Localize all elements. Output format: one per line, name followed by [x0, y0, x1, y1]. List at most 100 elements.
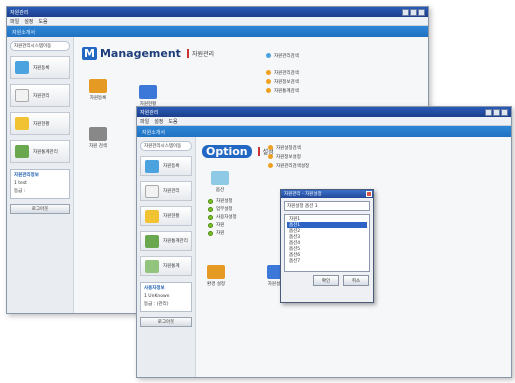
- status-icon: [139, 85, 157, 99]
- sidebar-item-label: 자원통계관리: [163, 239, 188, 244]
- list-item-label: 자원설정검색: [276, 145, 301, 151]
- sidebar-item-stats[interactable]: 자원통계관리: [140, 231, 192, 251]
- minimize-button[interactable]: [402, 8, 409, 16]
- window-title: 자원관리: [140, 109, 159, 116]
- sidebar: 자원관리시스템이동 자원등록 자원관리 자원현황 자원통계관리 자원관리정보 1…: [7, 37, 74, 313]
- option-select[interactable]: 자원설정 옵션 1: [284, 201, 370, 211]
- sidebar-item-label: 자원관리: [33, 93, 50, 99]
- menu-help[interactable]: 도움: [168, 118, 177, 125]
- list-item[interactable]: 자원정보설정: [268, 152, 309, 161]
- tile-register[interactable]: 자원등록: [84, 79, 112, 101]
- menu-file[interactable]: 파일: [140, 118, 149, 125]
- menu-settings[interactable]: 설정: [24, 18, 33, 25]
- list-item-label: 자원: [216, 231, 225, 236]
- sidebar-item-label: 자원관리: [163, 189, 180, 194]
- list-item[interactable]: 자원관리검색: [266, 68, 299, 77]
- sidebar-item-manage[interactable]: 자원관리: [140, 181, 192, 201]
- box-icon: [15, 117, 29, 130]
- sidebar-item-label: 자원등록: [163, 164, 180, 169]
- menu-bar: 파일 설정 도움: [137, 117, 511, 126]
- right-list: 자원설정검색 자원정보설정 자원관리검색설정: [268, 143, 309, 170]
- right-list: 자원관리검색 자원관리검색 자원정보검색 자원통계검색: [266, 51, 299, 95]
- sidebar-item-stats[interactable]: 자원통계관리: [10, 140, 70, 163]
- menu-settings[interactable]: 설정: [154, 118, 163, 125]
- chart-icon: [145, 259, 159, 273]
- listbox-item[interactable]: 옵션7: [287, 258, 367, 264]
- list-item[interactable]: 자원관리검색설정: [268, 161, 309, 170]
- list-item-label: 자원관리검색설정: [276, 163, 310, 169]
- list-item-label: 자원정보설정: [276, 154, 301, 160]
- title-initial: M: [82, 47, 97, 60]
- sidebar-header[interactable]: 자원관리시스템이동: [140, 141, 192, 151]
- list-item-label: 자원관리검색: [274, 70, 299, 76]
- minimize-button[interactable]: [485, 108, 492, 116]
- menu-bar: 파일 설정 도움: [7, 17, 428, 26]
- maximize-button[interactable]: [410, 8, 417, 16]
- logout-button[interactable]: 로그아웃: [140, 317, 192, 327]
- info-user: 1 test: [14, 181, 27, 186]
- dialog-close-button[interactable]: [366, 191, 372, 197]
- title-text: Management: [99, 47, 181, 60]
- sidebar-header[interactable]: 자원관리시스템이동: [10, 41, 70, 51]
- sidebar-item-register[interactable]: 자원등록: [10, 56, 70, 79]
- info-heading: 자원관리정보: [14, 173, 39, 178]
- menu-file[interactable]: 파일: [10, 18, 19, 25]
- menu-help[interactable]: 도움: [38, 18, 47, 25]
- back-titlebar: 자원관리: [7, 7, 428, 17]
- globe-icon: [266, 53, 271, 58]
- server-icon: [15, 61, 29, 74]
- tile-search[interactable]: 자원 검색: [84, 127, 112, 149]
- close-button[interactable]: [418, 8, 425, 16]
- sidebar-item-label: 자원현황: [163, 214, 180, 219]
- sidebar-item-label: 자원통계관리: [33, 149, 58, 155]
- sidebar-item-label: 자원등록: [33, 65, 50, 71]
- tile-status[interactable]: 자원현황: [134, 85, 162, 107]
- sidebar-item-status[interactable]: 자원현황: [140, 206, 192, 226]
- option-list: 자원설정 업무설정 사용자설정 자원 자원: [208, 197, 237, 237]
- list-item[interactable]: 자원설정: [208, 197, 237, 205]
- list-item[interactable]: 자원: [208, 221, 237, 229]
- sidebar: 자원관리시스템이동 자원등록 자원관리 자원현황 자원통계관리 자원통계 사용자…: [137, 137, 196, 377]
- ok-button[interactable]: 확인: [313, 275, 339, 286]
- gear-icon: [211, 171, 229, 185]
- tile-label: 자원 검색: [89, 144, 107, 149]
- list-item[interactable]: 자원: [208, 229, 237, 237]
- list-item-label: 사용자설정: [216, 215, 237, 220]
- key-icon: [266, 88, 271, 93]
- info-user: 1 UnKnown: [144, 294, 170, 299]
- list-item[interactable]: 자원통계검색: [266, 86, 299, 95]
- search-icon: [89, 127, 107, 141]
- option-listbox[interactable]: 자원1 옵션1 옵션2 옵션3 옵션4 옵션5 옵션6 옵션7: [284, 214, 370, 272]
- window-title: 자원관리: [10, 9, 29, 16]
- list-item[interactable]: 사용자설정: [208, 213, 237, 221]
- list-item[interactable]: 자원설정검색: [268, 143, 309, 152]
- sidebar-item-status[interactable]: 자원현황: [10, 112, 70, 135]
- cancel-button[interactable]: 취소: [343, 275, 369, 286]
- tile-label: 옵션: [215, 188, 225, 193]
- list-item-label: 자원: [216, 223, 225, 228]
- sidebar-item-chart[interactable]: 자원통계: [140, 256, 192, 276]
- document-icon: [145, 184, 159, 198]
- sidebar-item-register[interactable]: 자원등록: [140, 156, 192, 176]
- key-icon: [266, 79, 271, 84]
- page-subtitle: 자원관리: [186, 49, 214, 58]
- key-icon: [266, 70, 271, 75]
- tile-env-settings[interactable]: 환경 설정: [202, 265, 230, 287]
- check-icon: [208, 206, 213, 212]
- close-button[interactable]: [501, 108, 508, 116]
- front-window: 자원관리 파일 설정 도움 자원소개서 자원관리시스템이동 자원등록 자원관리 …: [136, 106, 512, 378]
- network-icon: [15, 145, 29, 158]
- list-item[interactable]: 업무설정: [208, 205, 237, 213]
- title-text: Option: [202, 145, 252, 158]
- box-icon: [145, 209, 159, 223]
- sidebar-item-manage[interactable]: 자원관리: [10, 84, 70, 107]
- tile-option[interactable]: 옵션: [206, 171, 234, 193]
- check-icon: [208, 222, 213, 228]
- logout-button[interactable]: 로그아웃: [10, 204, 70, 214]
- list-item[interactable]: 자원정보검색: [266, 77, 299, 86]
- info-grade: 등급 :: [14, 189, 26, 194]
- maximize-button[interactable]: [493, 108, 500, 116]
- user-info-panel: 자원관리정보 1 test 등급 :: [10, 169, 70, 199]
- dialog-title: 자원관리 - 자원설정: [284, 192, 322, 197]
- header-label: 자원소개서: [142, 129, 166, 136]
